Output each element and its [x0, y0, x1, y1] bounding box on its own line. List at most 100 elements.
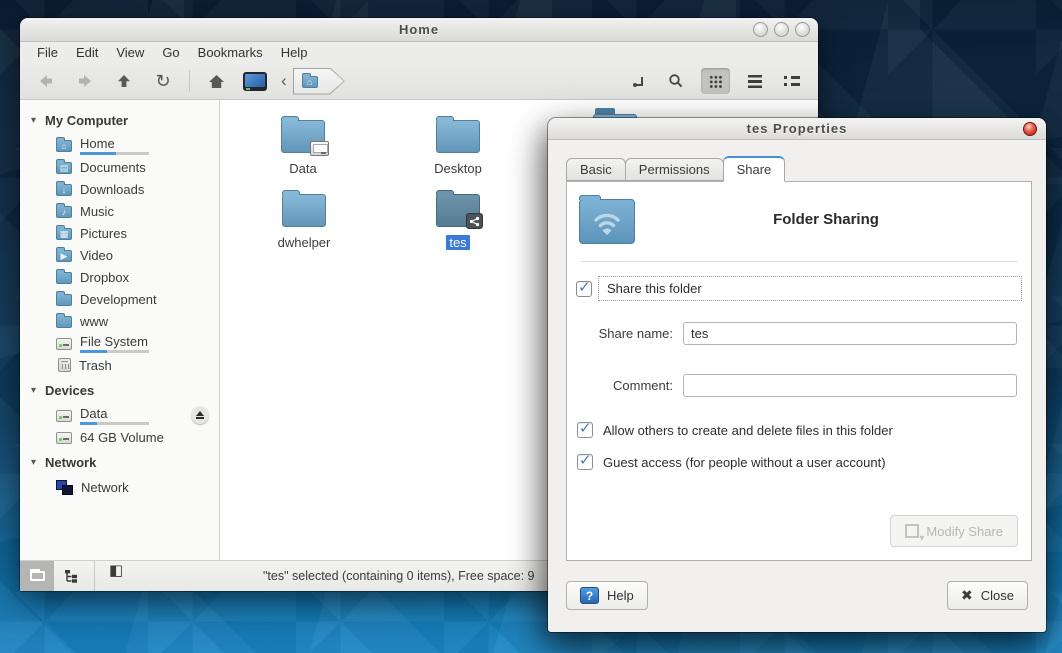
modify-share-icon	[905, 524, 919, 538]
trash-icon	[58, 358, 71, 372]
home-button[interactable]	[204, 69, 228, 93]
toolbar: ↻ ‹ ⌂	[20, 63, 818, 100]
sidebar-item-music[interactable]: ♪ Music	[20, 200, 219, 222]
computer-button[interactable]	[243, 69, 267, 93]
file-item-data[interactable]: Data	[258, 114, 348, 176]
tree-view-icon	[64, 570, 78, 583]
dialog-close-button[interactable]	[1023, 122, 1037, 136]
tab-permissions[interactable]: Permissions	[625, 158, 724, 181]
downloads-folder-icon: ↓	[56, 184, 72, 196]
computer-icon	[243, 72, 267, 91]
tab-basic[interactable]: Basic	[566, 158, 626, 181]
sidebar-section-network[interactable]: ▾ Network	[20, 448, 219, 476]
up-icon	[117, 74, 131, 88]
menu-bookmarks[interactable]: Bookmarks	[189, 45, 272, 60]
menu-go[interactable]: Go	[153, 45, 188, 60]
guest-access-checkbox[interactable]: ✓	[577, 454, 593, 470]
help-button[interactable]: ? Help	[566, 581, 648, 610]
sidebar: ▾ My Computer ⌂ Home ▤ Documents ↓ Down	[20, 100, 220, 560]
breadcrumb-collapse-chevron[interactable]: ‹	[281, 71, 287, 91]
sidebar-item-pictures[interactable]: ▦ Pictures	[20, 222, 219, 244]
network-icon	[56, 480, 73, 495]
sidebar-item-documents[interactable]: ▤ Documents	[20, 156, 219, 178]
icon-view-button[interactable]	[701, 68, 730, 94]
places-toggle-button[interactable]	[20, 561, 54, 591]
sidebar-section-devices[interactable]: ▾ Devices	[20, 376, 219, 404]
sidebar-section-my-computer[interactable]: ▾ My Computer	[20, 106, 219, 134]
compact-view-button[interactable]	[780, 69, 804, 93]
statusbar-separator	[94, 561, 95, 591]
toolbar-separator	[189, 70, 190, 92]
forward-button[interactable]	[73, 69, 97, 93]
pictures-folder-icon: ▦	[56, 228, 72, 240]
folder-icon	[282, 194, 326, 227]
folder-icon	[56, 316, 72, 328]
minimize-button[interactable]	[753, 22, 768, 37]
compact-view-icon	[784, 75, 800, 87]
share-emblem-icon	[466, 213, 483, 229]
disk-usage-bar	[80, 422, 149, 425]
panel-heading: Folder Sharing	[635, 211, 1017, 228]
breadcrumb-home-button[interactable]: ⌂	[293, 68, 345, 95]
menu-help[interactable]: Help	[272, 45, 317, 60]
allow-others-checkbox[interactable]: ✓	[577, 422, 593, 438]
back-button[interactable]	[34, 69, 58, 93]
file-item-desktop[interactable]: Desktop	[413, 114, 503, 176]
sidebar-item-dropbox[interactable]: Dropbox	[20, 266, 219, 288]
status-text: "tes" selected (containing 0 items), Fre…	[263, 569, 535, 583]
sidebar-item-www[interactable]: www	[20, 310, 219, 332]
sidebar-item-development[interactable]: Development	[20, 288, 219, 310]
drive-icon	[56, 410, 72, 422]
sidebar-item-64gb-volume[interactable]: 64 GB Volume	[20, 426, 219, 448]
sidebar-item-file-system[interactable]: File System	[20, 332, 219, 354]
share-this-folder-checkbox[interactable]: ✓	[576, 281, 592, 297]
sidebar-item-data[interactable]: Data	[20, 404, 219, 426]
share-tab-panel: Folder Sharing ✓ Share this folder Share…	[566, 181, 1032, 561]
file-item-tes[interactable]: tes	[413, 188, 503, 250]
list-view-button[interactable]	[743, 69, 767, 93]
share-name-input[interactable]	[683, 322, 1017, 345]
refresh-button[interactable]: ↻	[151, 69, 175, 93]
eject-button[interactable]	[191, 406, 209, 424]
search-button[interactable]	[664, 69, 688, 93]
modify-share-button[interactable]: Modify Share	[890, 515, 1018, 547]
forward-icon	[77, 74, 93, 88]
drive-emblem-icon	[310, 141, 329, 156]
back-icon	[38, 74, 54, 88]
maximize-button[interactable]	[774, 22, 789, 37]
tab-share[interactable]: Share	[723, 156, 786, 182]
menu-file[interactable]: File	[28, 45, 67, 60]
dialog-titlebar[interactable]: tes Properties	[548, 118, 1046, 140]
share-this-folder-label[interactable]: Share this folder	[598, 276, 1022, 301]
treeview-toggle-button[interactable]	[54, 561, 88, 591]
dialog-tabs: Basic Permissions Share	[548, 156, 1046, 181]
comment-input[interactable]	[683, 374, 1017, 397]
drive-icon	[56, 338, 72, 350]
search-icon	[668, 73, 684, 89]
help-icon: ?	[580, 587, 599, 604]
menu-view[interactable]: View	[107, 45, 153, 60]
share-name-label: Share name:	[567, 326, 683, 341]
collapse-triangle-icon: ▾	[31, 385, 36, 396]
collapse-triangle-icon: ▾	[31, 457, 36, 468]
sidebar-item-video[interactable]: ▶ Video	[20, 244, 219, 266]
shared-folder-icon	[579, 199, 635, 244]
up-button[interactable]	[112, 69, 136, 93]
window-titlebar[interactable]: Home	[20, 18, 818, 42]
close-button[interactable]: ✖ Close	[947, 581, 1028, 610]
sidebar-item-downloads[interactable]: ↓ Downloads	[20, 178, 219, 200]
disk-usage-bar	[80, 152, 149, 155]
sidebar-item-network[interactable]: Network	[20, 476, 219, 498]
sidebar-item-home[interactable]: ⌂ Home	[20, 134, 219, 156]
close-x-icon: ✖	[961, 587, 973, 604]
menu-edit[interactable]: Edit	[67, 45, 107, 60]
guest-access-label: Guest access (for people without a user …	[603, 455, 886, 470]
location-entry-button[interactable]	[627, 69, 651, 93]
folder-icon-selected	[436, 194, 480, 227]
file-item-dwhelper[interactable]: dwhelper	[259, 188, 349, 250]
close-button[interactable]	[795, 22, 810, 37]
dialog-title: tes Properties	[747, 121, 848, 136]
places-folder-icon	[30, 571, 45, 581]
sidebar-item-trash[interactable]: Trash	[20, 354, 219, 376]
panel-toggle-icon[interactable]: ◧	[109, 561, 123, 591]
